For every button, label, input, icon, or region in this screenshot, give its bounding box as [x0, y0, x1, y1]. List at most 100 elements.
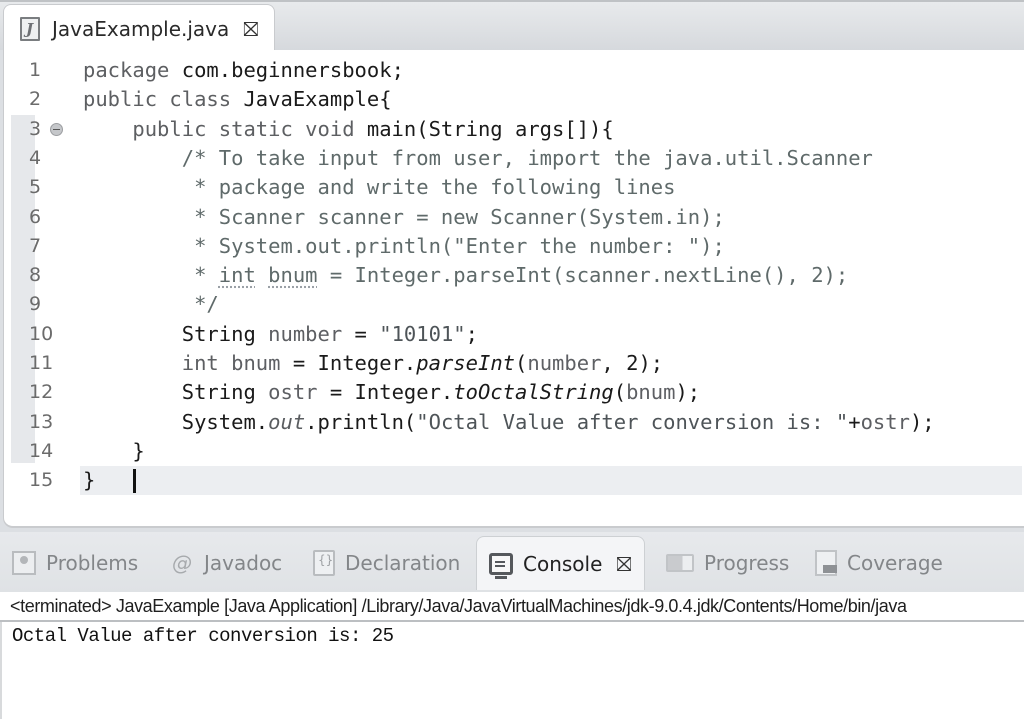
line-number: 2 [29, 88, 42, 111]
tab-label: Declaration [345, 551, 461, 575]
code-token: + [848, 409, 861, 434]
code-line[interactable]: 1 package com.beginnersbook; [4, 56, 1022, 85]
code-token: package [83, 58, 182, 82]
code-token: = Integer.parseInt(scanner.nextLine(), 2… [317, 263, 849, 288]
code-line[interactable]: 6 * Scanner scanner = new Scanner(System… [4, 203, 1022, 232]
tab-coverage[interactable]: Coverage [815, 546, 943, 580]
code-text: System.out.println("Octal Value after co… [83, 408, 935, 437]
code-line[interactable]: 13 System.out.println("Octal Value after… [4, 408, 1022, 437]
code-text: package com.beginnersbook; [83, 56, 404, 85]
code-token: "Octal Value after conversion is: " [416, 409, 849, 434]
console-process-header: <terminated> JavaExample [Java Applicati… [0, 592, 1024, 622]
code-token: String [83, 321, 269, 346]
close-icon[interactable]: ⛝ [243, 19, 258, 39]
tab-declaration[interactable]: Declaration [313, 546, 460, 580]
code-line[interactable]: 15} [29, 466, 1022, 496]
tab-label: Coverage [847, 551, 943, 575]
code-text: /* To take input from user, import the j… [83, 144, 873, 173]
line-number: 12 [29, 381, 54, 404]
line-number: 11 [29, 352, 54, 374]
code-text: String number = "10101"; [83, 320, 478, 349]
code-line[interactable]: 3 public static void main(String args[])… [4, 115, 1022, 144]
editor-tab-java-example[interactable]: JavaExample.java ⛝ [3, 4, 275, 52]
code-token: ; [465, 321, 478, 346]
code-text: int bnum = Integer.parseInt(number, 2); [83, 349, 663, 378]
code-token: , 2); [601, 351, 664, 375]
declaration-icon [313, 550, 335, 576]
code-token: toOctalString [453, 380, 614, 405]
code-token: public static void [132, 116, 367, 141]
tab-console[interactable]: Console ⛝ [476, 536, 645, 590]
line-number: 15 [29, 469, 54, 492]
tab-label: Console [523, 551, 603, 576]
line-number: 4 [29, 146, 42, 169]
close-icon[interactable]: ⛝ [616, 552, 631, 576]
code-line[interactable]: 2 public class JavaExample{ [4, 85, 1022, 114]
code-token: ( [613, 380, 627, 405]
console-output-text: Octal Value after conversion is: 25 [12, 625, 394, 647]
code-token: main(String args[]){ [366, 116, 614, 141]
code-line[interactable]: 9 */ [4, 290, 1022, 319]
line-number: 8 [29, 264, 42, 287]
code-token: ( [515, 351, 528, 375]
code-line[interactable]: 8 * int bnum = Integer.parseInt(scanner.… [4, 261, 1022, 290]
line-number: 10 [29, 322, 54, 345]
code-editor[interactable]: 1 package com.beginnersbook; 2 public class… [3, 50, 1024, 528]
tab-problems[interactable]: Problems [12, 546, 138, 580]
code-token: out [268, 409, 306, 434]
code-text: * package and write the following lines [83, 173, 675, 202]
code-token: ); [909, 409, 935, 434]
code-token: = Integer. [317, 380, 454, 405]
code-token: public class [83, 87, 244, 112]
code-text: */ [83, 290, 219, 319]
code-line[interactable]: 7 * System.out.println("Enter the number… [4, 232, 1022, 261]
code-token: com.beginnersbook; [181, 58, 404, 82]
code-token: ostr [860, 409, 910, 434]
tab-javadoc[interactable]: @ Javadoc [172, 546, 282, 580]
code-token: .println( [305, 409, 417, 434]
code-token: */ [194, 292, 219, 317]
console-icon [489, 552, 513, 579]
code-text: public static void main(String args[]){ [83, 115, 614, 144]
code-line[interactable]: 10 String number = "10101"; [4, 320, 1022, 349]
code-text: String ostr = Integer.toOctalString(bnum… [83, 378, 700, 407]
line-number: 7 [29, 234, 42, 257]
code-token: number [268, 321, 343, 346]
code-token: String [83, 380, 269, 405]
code-token: * System.out.println("Enter the number: … [194, 233, 725, 258]
line-number: 6 [29, 205, 42, 228]
panel-tab-bar: Problems @ Javadoc Declaration Console ⛝… [0, 532, 1024, 592]
code-token: int [218, 263, 256, 288]
code-line[interactable]: 11 int bnum = Integer.parseInt(number, 2… [4, 349, 1022, 378]
line-number: 1 [29, 59, 42, 81]
fold-collapse-icon[interactable] [50, 122, 63, 136]
code-token: ); [675, 380, 701, 405]
console-output-area[interactable]: Octal Value after conversion is: 25 [0, 622, 1024, 719]
code-token: ostr [268, 380, 318, 405]
code-token: * [194, 263, 219, 288]
code-line[interactable]: 4 /* To take input from user, import the… [4, 144, 1022, 173]
code-token: * Scanner scanner = new Scanner(System.i… [194, 204, 725, 229]
code-token: = Integer. [280, 351, 417, 375]
code-token: JavaExample{ [243, 87, 392, 112]
line-number: 5 [29, 176, 42, 199]
code-line[interactable]: 5 * package and write the following line… [4, 173, 1022, 202]
code-text: } [83, 437, 144, 466]
code-token: "10101" [379, 321, 466, 346]
code-line[interactable]: 12 String ostr = Integer.toOctalString(b… [4, 378, 1022, 407]
problems-icon [12, 551, 36, 575]
code-token: parseInt [416, 351, 516, 375]
code-text: * System.out.println("Enter the number: … [83, 232, 725, 261]
code-token: * package and write the following lines [194, 175, 676, 200]
tab-progress[interactable]: Progress [666, 546, 789, 580]
code-line[interactable]: 14 } [4, 437, 1022, 466]
code-token: = [342, 321, 380, 346]
code-text: * int bnum = Integer.parseInt(scanner.ne… [83, 261, 848, 290]
